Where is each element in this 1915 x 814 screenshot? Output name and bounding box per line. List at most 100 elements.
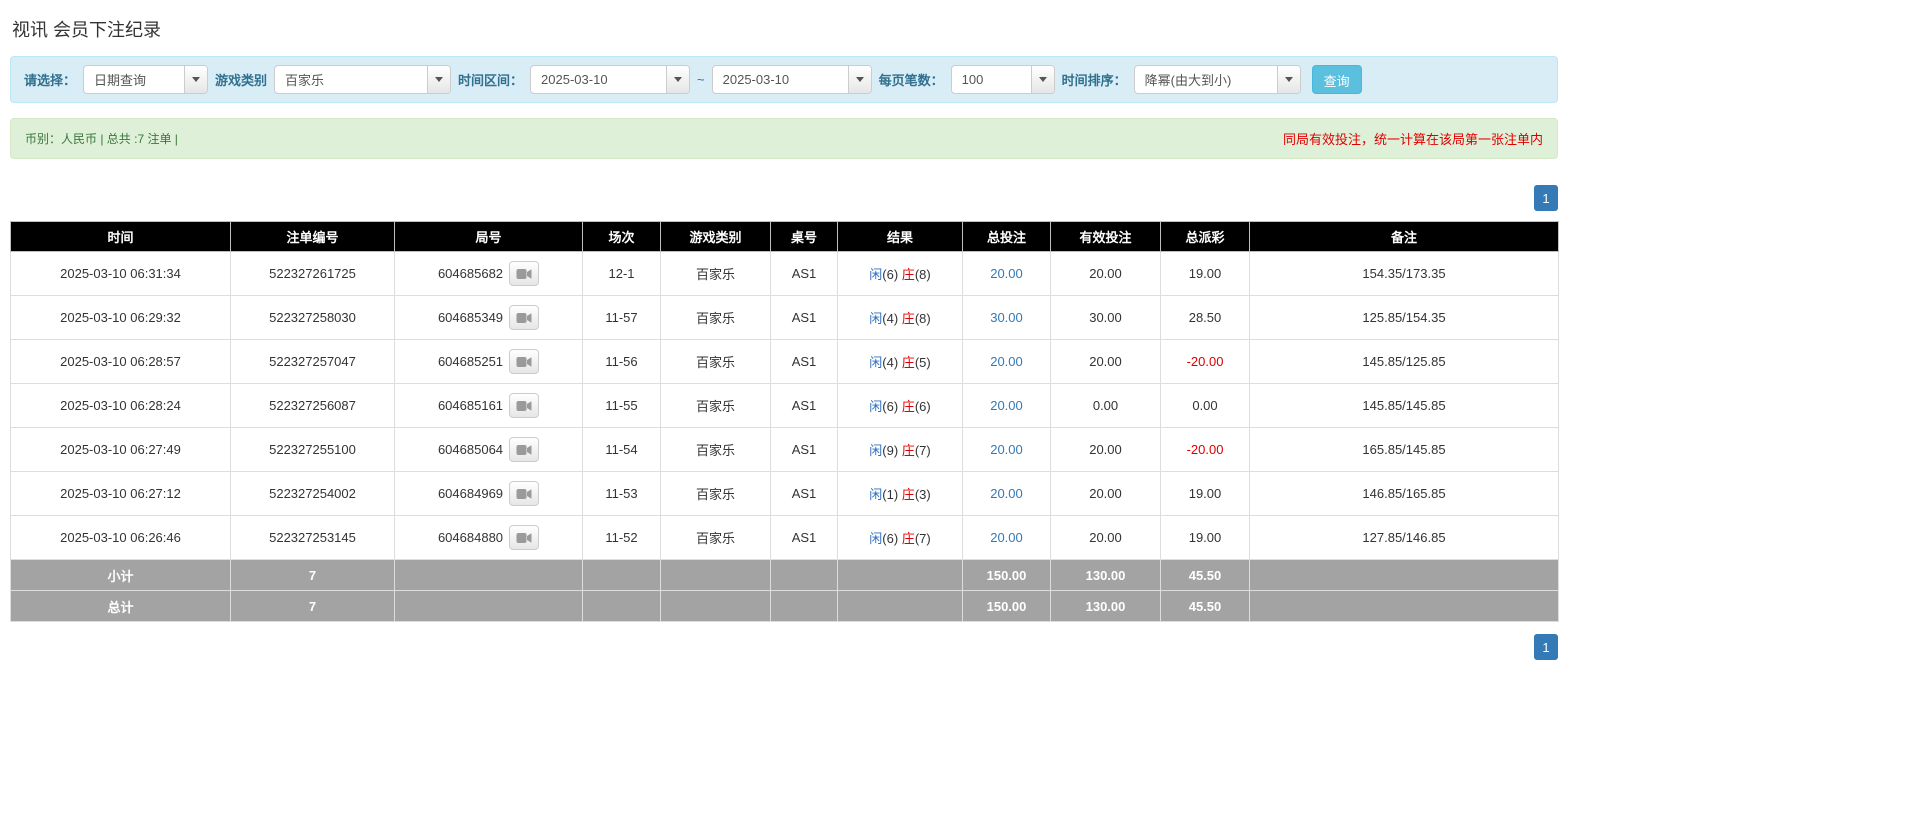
cell-total-bet: 20.00 bbox=[962, 471, 1051, 516]
column-header: 局号 bbox=[394, 221, 583, 252]
cell-note: 154.35/173.35 bbox=[1249, 251, 1559, 296]
video-replay-button[interactable] bbox=[509, 393, 540, 418]
date-from-value: 2025-03-10 bbox=[541, 72, 608, 87]
video-replay-icon bbox=[516, 312, 532, 323]
cell-time: 2025-03-10 06:29:32 bbox=[10, 295, 231, 340]
column-header: 游戏类别 bbox=[660, 221, 771, 252]
total-bet-link[interactable]: 30.00 bbox=[990, 310, 1023, 325]
player-result: 闲 bbox=[869, 355, 883, 370]
column-header: 桌号 bbox=[770, 221, 838, 252]
video-replay-icon bbox=[516, 532, 532, 543]
page-size-select[interactable]: 100 bbox=[950, 65, 1055, 94]
cell-total-bet: 20.00 bbox=[962, 427, 1051, 472]
cell-result: 闲(4) 庄(5) bbox=[837, 339, 963, 384]
video-replay-button[interactable] bbox=[509, 481, 540, 506]
table-row: 2025-03-10 06:31:34 522327261725 604685682… bbox=[10, 251, 1559, 296]
round-number: 604684969 bbox=[437, 486, 504, 501]
sum-total-bet: 150.00 bbox=[962, 559, 1051, 591]
cell-game-type: 百家乐 bbox=[660, 515, 771, 560]
dropdown-toggle[interactable] bbox=[847, 66, 871, 93]
total-bet-link[interactable]: 20.00 bbox=[990, 354, 1023, 369]
caret-down-icon bbox=[855, 77, 864, 82]
page-number-button[interactable]: 1 bbox=[1534, 185, 1558, 211]
table-row: 2025-03-10 06:29:32 522327258030 604685349… bbox=[10, 295, 1559, 340]
dropdown-toggle[interactable] bbox=[184, 66, 208, 93]
player-result: 闲 bbox=[869, 399, 883, 414]
search-button[interactable]: 查询 bbox=[1311, 65, 1362, 94]
cell-game-type: 百家乐 bbox=[660, 427, 771, 472]
caret-down-icon bbox=[435, 77, 444, 82]
filter-bar: 请选择： 日期查询 游戏类别 百家乐 时间区间： 2025-03-10 ~ 20… bbox=[10, 56, 1558, 103]
total-bet-link[interactable]: 20.00 bbox=[990, 266, 1023, 281]
cell-bet-id: 522327257047 bbox=[230, 339, 395, 384]
query-type-value: 日期查询 bbox=[94, 73, 147, 88]
sum-empty bbox=[837, 590, 963, 622]
cell-time: 2025-03-10 06:26:46 bbox=[10, 515, 231, 560]
sum-label: 总计 bbox=[10, 590, 231, 622]
date-to-picker[interactable]: 2025-03-10 bbox=[711, 65, 872, 94]
page-number-button[interactable]: 1 bbox=[1534, 634, 1558, 660]
round-number: 604685161 bbox=[437, 398, 504, 413]
sum-empty bbox=[1249, 590, 1559, 622]
page-title: 视讯 会员下注纪录 bbox=[12, 20, 162, 40]
date-from-picker[interactable]: 2025-03-10 bbox=[530, 65, 691, 94]
cell-time: 2025-03-10 06:31:34 bbox=[10, 251, 231, 296]
cell-total-bet: 30.00 bbox=[962, 295, 1051, 340]
dropdown-toggle[interactable] bbox=[1030, 66, 1054, 93]
cell-session: 11-55 bbox=[582, 383, 661, 428]
tilde-separator: ~ bbox=[697, 72, 705, 87]
cell-payout: 19.00 bbox=[1160, 515, 1250, 560]
video-replay-icon bbox=[516, 356, 532, 367]
column-header: 有效投注 bbox=[1050, 221, 1161, 252]
subtotal-row: 小计 7 150.00 130.00 45.50 bbox=[10, 559, 1559, 591]
caret-down-icon bbox=[674, 77, 683, 82]
banker-result: 庄 bbox=[901, 355, 915, 370]
video-replay-button[interactable] bbox=[509, 305, 540, 330]
total-bet-link[interactable]: 20.00 bbox=[990, 530, 1023, 545]
currency-summary-text: 币别：人民币 | 总共 :7 注单 | bbox=[25, 132, 178, 146]
sum-total-bet: 150.00 bbox=[962, 590, 1051, 622]
sort-select[interactable]: 降幂(由大到小) bbox=[1133, 65, 1301, 94]
cell-total-bet: 20.00 bbox=[962, 383, 1051, 428]
round-number: 604685349 bbox=[437, 310, 504, 325]
dropdown-toggle[interactable] bbox=[1276, 66, 1300, 93]
player-result: 闲 bbox=[869, 531, 883, 546]
total-bet-link[interactable]: 20.00 bbox=[990, 442, 1023, 457]
total-row: 总计 7 150.00 130.00 45.50 bbox=[10, 590, 1559, 622]
video-replay-button[interactable] bbox=[509, 525, 540, 550]
cell-total-bet: 20.00 bbox=[962, 251, 1051, 296]
game-type-select[interactable]: 百家乐 bbox=[274, 65, 452, 94]
pagination-bottom: 1 bbox=[10, 634, 1558, 674]
cell-time: 2025-03-10 06:27:12 bbox=[10, 471, 231, 516]
cell-game-type: 百家乐 bbox=[660, 471, 771, 516]
video-replay-button[interactable] bbox=[509, 437, 540, 462]
info-bar: 币别：人民币 | 总共 :7 注单 | 同局有效投注，统一计算在该局第一张注单内 bbox=[10, 118, 1558, 159]
banker-result: 庄 bbox=[901, 531, 915, 546]
sort-value: 降幂(由大到小) bbox=[1144, 73, 1232, 88]
cell-game-type: 百家乐 bbox=[660, 295, 771, 340]
cell-payout: 28.50 bbox=[1160, 295, 1250, 340]
bet-records-table: 时间 注单编号 局号 场次 游戏类别 桌号 结果 总投注 有效投注 总派彩 备注 2025-03-1… bbox=[10, 221, 1559, 622]
sum-count: 7 bbox=[230, 590, 395, 622]
total-bet-link[interactable]: 20.00 bbox=[990, 486, 1023, 501]
cell-payout: 19.00 bbox=[1160, 471, 1250, 516]
sum-empty bbox=[770, 559, 838, 591]
video-replay-button[interactable] bbox=[509, 261, 540, 286]
player-result: 闲 bbox=[869, 443, 883, 458]
cell-round-id: 604685161 bbox=[394, 383, 583, 428]
sum-valid-bet: 130.00 bbox=[1050, 559, 1161, 591]
cell-valid-bet: 20.00 bbox=[1050, 251, 1161, 296]
cell-note: 145.85/125.85 bbox=[1249, 339, 1559, 384]
time-range-label: 时间区间： bbox=[458, 73, 524, 88]
player-result: 闲 bbox=[869, 487, 883, 502]
video-replay-icon bbox=[516, 268, 532, 279]
dropdown-toggle[interactable] bbox=[427, 66, 451, 93]
cell-note: 146.85/165.85 bbox=[1249, 471, 1559, 516]
cell-round-id: 604685349 bbox=[394, 295, 583, 340]
cell-round-id: 604685251 bbox=[394, 339, 583, 384]
cell-round-id: 604685682 bbox=[394, 251, 583, 296]
query-type-select[interactable]: 日期查询 bbox=[83, 65, 209, 94]
video-replay-button[interactable] bbox=[509, 349, 540, 374]
dropdown-toggle[interactable] bbox=[666, 66, 690, 93]
total-bet-link[interactable]: 20.00 bbox=[990, 398, 1023, 413]
